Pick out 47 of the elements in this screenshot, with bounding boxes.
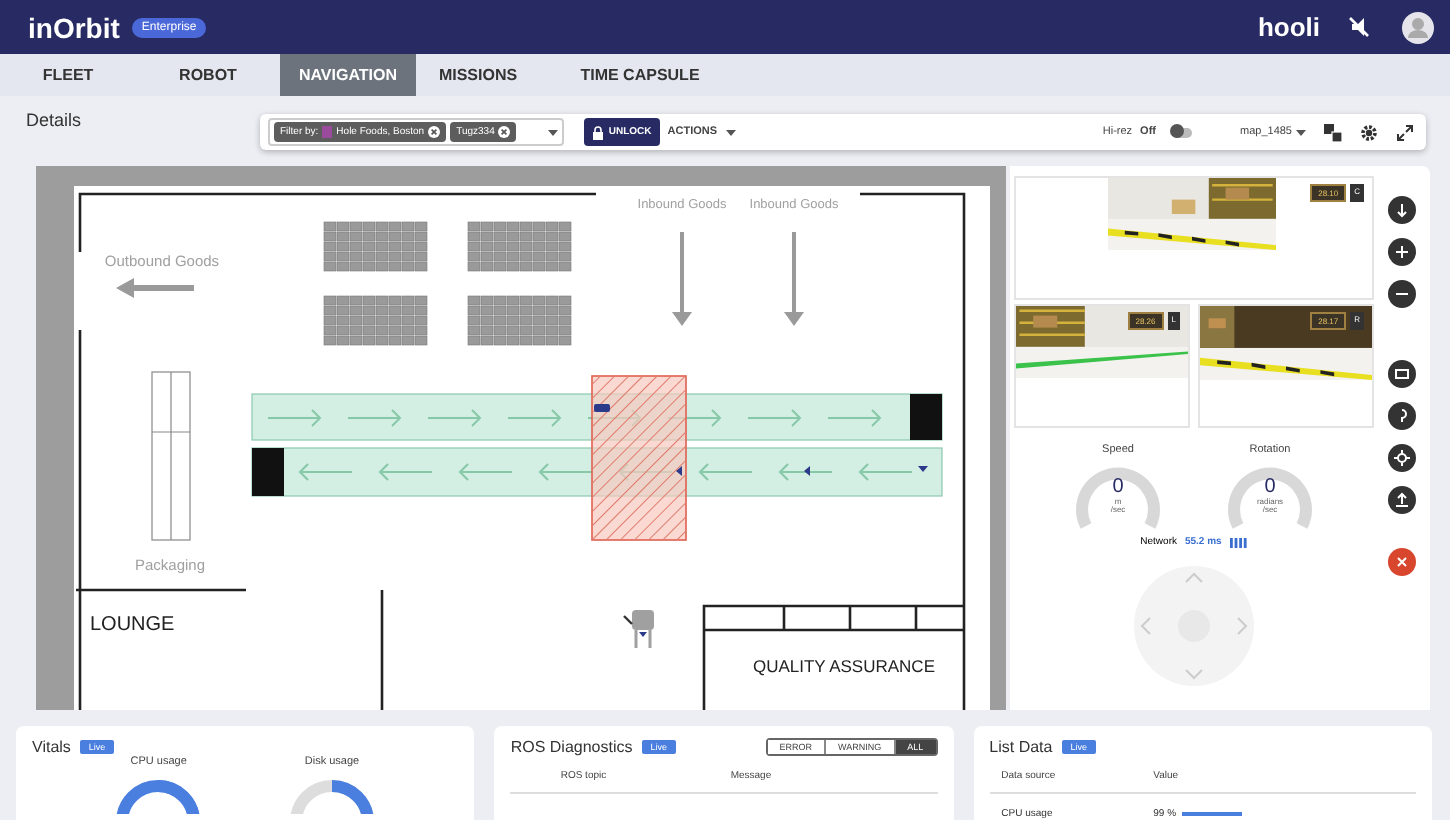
- nav-tab[interactable]: NAVIGATION: [280, 54, 416, 96]
- lock-icon: [592, 125, 605, 139]
- waypoint-marker: [918, 466, 928, 472]
- robot-icon: [623, 610, 654, 650]
- target-icon[interactable]: [1388, 444, 1416, 472]
- avatar[interactable]: [1402, 11, 1434, 43]
- settings-icon[interactable]: [1360, 123, 1378, 141]
- gauge-value: 0: [1112, 478, 1124, 498]
- shelf-rack-drawing: [323, 221, 428, 272]
- nav-tab[interactable]: ROBOT: [136, 54, 280, 96]
- caret-icon: [1296, 129, 1306, 135]
- section-title: Details: [26, 110, 84, 130]
- zoom-in-icon[interactable]: [1388, 238, 1416, 266]
- arrow-icon: [116, 278, 194, 298]
- brand-logo: hooli: [1257, 12, 1320, 42]
- robot-marker: [594, 404, 610, 412]
- camera-icon[interactable]: [1388, 360, 1416, 388]
- remove-icon[interactable]: [428, 126, 441, 138]
- caret-icon: [725, 129, 736, 135]
- layers-icon[interactable]: [1324, 123, 1342, 141]
- zoom-out-icon[interactable]: [1388, 280, 1416, 308]
- room-label: LOUNGE: [90, 614, 175, 636]
- card-title: ROS Diagnostics: [510, 738, 633, 756]
- shelf-rack-drawing: [323, 295, 428, 346]
- remove-icon[interactable]: [498, 126, 511, 138]
- arrow-icon: [784, 232, 804, 326]
- waypoint-marker: [804, 466, 810, 476]
- card-title: List Data: [989, 738, 1053, 756]
- download-icon[interactable]: [1388, 196, 1416, 224]
- app-logo: inOrbit: [28, 11, 120, 43]
- nav-tab[interactable]: FLEET: [0, 54, 136, 96]
- arrow-icon: [672, 232, 692, 326]
- shelf-rack-drawing: [467, 221, 572, 272]
- room-label: QUALITY ASSURANCE: [753, 656, 935, 676]
- fullscreen-icon[interactable]: [1396, 123, 1414, 141]
- nav-tab[interactable]: TIME CAPSULE: [540, 54, 740, 96]
- muted-icon[interactable]: [1348, 16, 1370, 38]
- shelf-rack-drawing: [467, 295, 572, 346]
- caret-icon: [548, 129, 559, 135]
- card-title: Vitals: [32, 738, 71, 756]
- waypoint-marker: [676, 466, 682, 476]
- hirez-toggle[interactable]: [1172, 127, 1192, 137]
- nav-tab[interactable]: MISSIONS: [416, 54, 540, 96]
- close-icon[interactable]: [1388, 548, 1416, 576]
- upload-icon[interactable]: [1388, 486, 1416, 514]
- gauge-value: 0: [1264, 478, 1276, 498]
- signal-icon: [1229, 537, 1248, 547]
